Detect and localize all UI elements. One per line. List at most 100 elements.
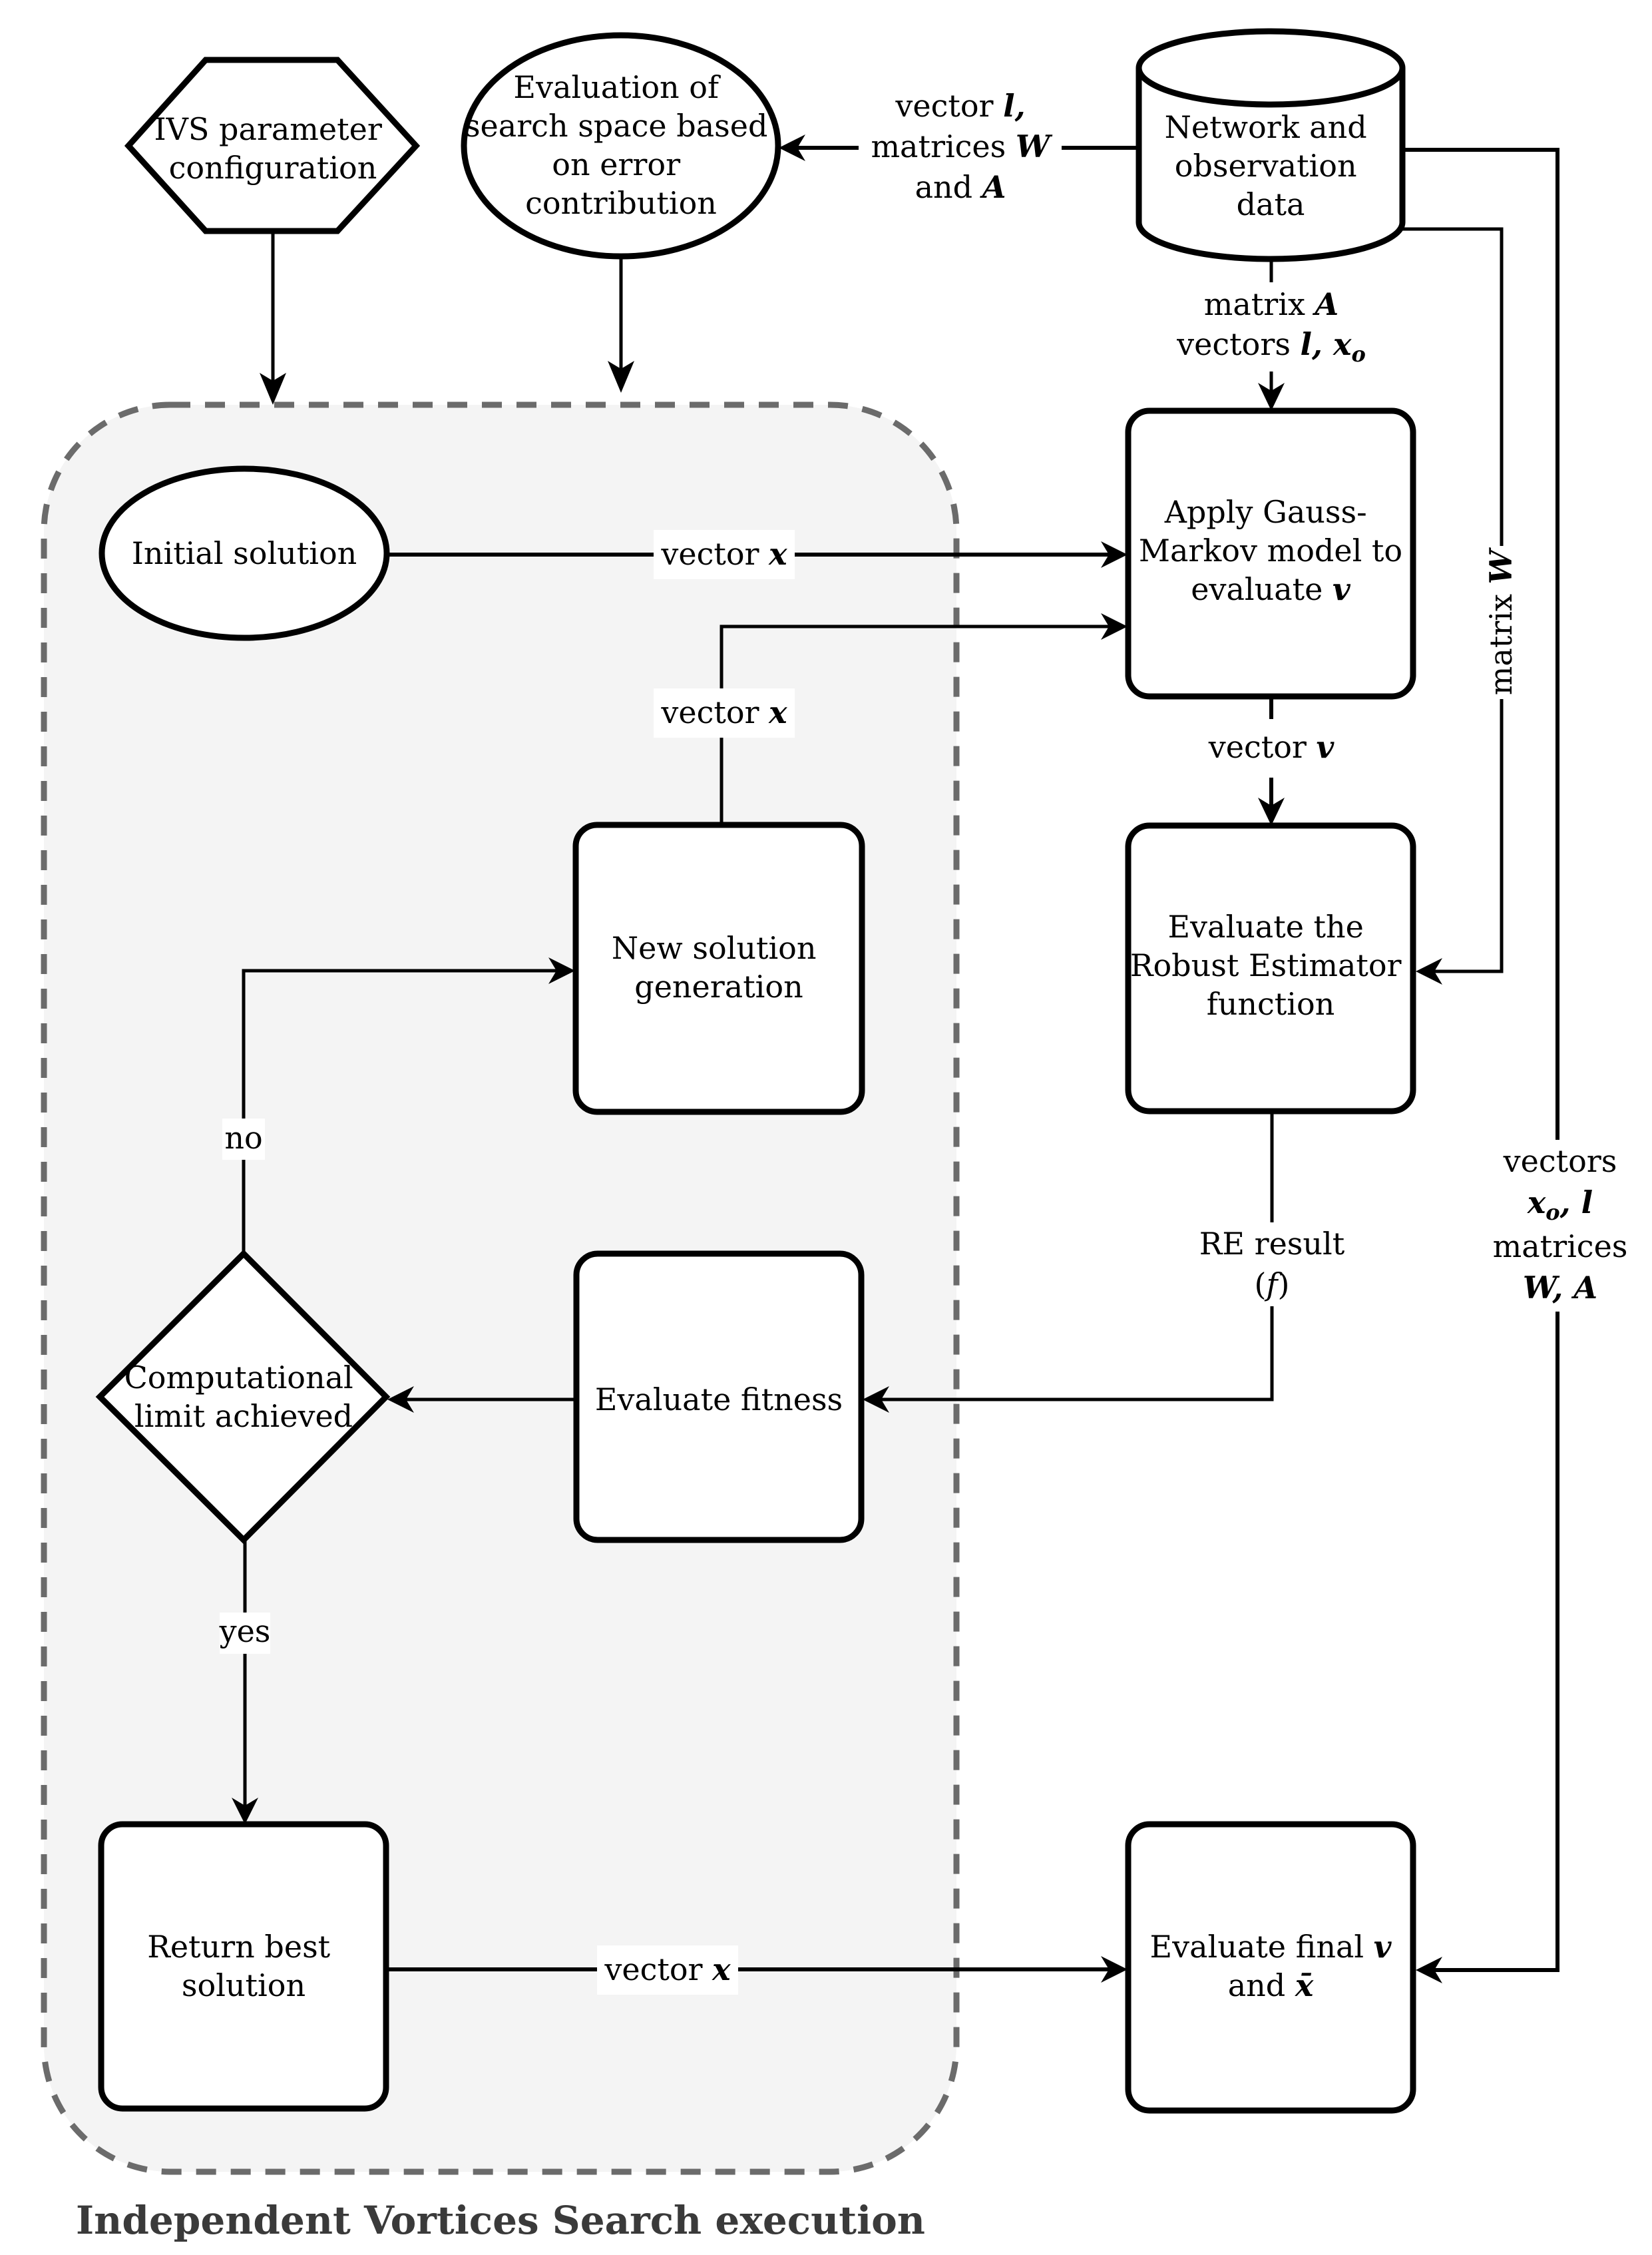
math-symbol: l, [1003,88,1026,124]
node-gauss-markov[interactable]: Apply Gauss- Markov model to evaluate v [1125,407,1416,700]
svg-text:vector v: vector v [1208,729,1335,765]
label-text: RE result [1199,1226,1345,1262]
node-label-line: limit achieved [134,1398,353,1434]
label-text: matrices [871,128,1006,164]
math-symbol: x [1527,1184,1546,1220]
math-subscript: o [1546,1200,1559,1225]
edge-label-network-to-robust-estimator: matrix W [1483,547,1519,695]
edge-label-new-solution-to-gauss-markov: vector x [654,688,795,738]
edge-label-network-to-search: vector l, matrices W and A [871,88,1052,205]
node-label: Initial solution [132,535,357,571]
svg-text:vector l,: vector l, [895,88,1025,124]
math-symbol: x [768,536,787,572]
node-label-line: Network and [1165,109,1367,145]
node-label-line: Computational [124,1360,353,1395]
math-symbol: W [1483,547,1519,584]
svg-text:xo, l: xo, l [1527,1184,1593,1225]
label-text: no [224,1120,262,1156]
node-new-solution-generation[interactable]: New solution generation [572,822,865,1115]
label-text: vector [660,536,759,572]
edge-label-return-to-final: vector x [597,1945,738,1995]
label-text: matrix [1483,594,1519,695]
edge-label-no: no [222,1119,265,1160]
math-symbol: l, x [1301,326,1352,362]
container-title: Independent Vortices Search execution [76,2198,925,2243]
edge-label-initial-to-gauss-markov: vector x [654,530,795,579]
svg-text:and A: and A [915,169,1006,205]
svg-text:matrix A: matrix A [1204,286,1339,322]
label-text: vector [895,88,993,124]
node-label-line: Markov model to [1139,533,1402,569]
svg-text:(f): (f) [1255,1266,1290,1302]
edge-label-network-to-final: vectors xo, l matrices W, A [1493,1143,1628,1306]
svg-text:matrix W: matrix W [1483,547,1519,695]
node-label-line: Apply Gauss- [1164,494,1367,530]
node-label-line: New solution [612,930,817,966]
node-label-line: search space based [465,108,768,144]
edge-label-robust-estimator-to-fitness: RE result (f) [1199,1226,1345,1302]
svg-text:evaluate v: evaluate v [1191,571,1351,607]
node-label-line: Evaluate final [1150,1929,1364,1965]
edge-label-network-to-gauss-markov: matrix A vectors l, xo [1176,286,1366,367]
node-label-line: Evaluate the [1167,909,1363,945]
label-text: and [915,169,973,205]
node-label-line: Evaluation of [513,69,721,105]
node-return-best-solution[interactable]: Return best solution [98,1821,389,2112]
math-symbol: v [1374,1929,1392,1965]
node-network-observation-data[interactable]: Network and observation data [1136,28,1406,262]
math-symbol: v [1333,571,1351,607]
node-label-line: configuration [169,150,377,186]
node-evaluate-fitness[interactable]: Evaluate fitness [573,1250,865,1543]
node-label-line: evaluate [1191,571,1323,607]
svg-text:vector x: vector x [660,694,787,730]
math-symbol: A [980,169,1006,205]
math-symbol: x̄ [1295,1967,1314,2003]
math-symbol: x [712,1951,731,1987]
node-label-line: contribution [525,185,717,221]
edge-label-yes: yes [219,1613,271,1654]
node-ivs-parameter-configuration[interactable]: IVS parameter configuration [124,57,421,234]
math-symbol: x [768,694,787,730]
math-symbol: , l [1559,1184,1593,1220]
node-initial-solution[interactable]: Initial solution [99,465,390,641]
flowchart: IVS parameter configuration Evaluation o… [41,28,1628,2243]
node-label-line: function [1207,986,1335,1022]
node-label-line: on error [552,146,680,182]
label-text: vector [604,1951,702,1987]
math-subscript: o [1351,342,1365,367]
label-text: yes [219,1613,271,1649]
paren-close: ) [1278,1266,1290,1302]
edge-search-space-to-container [608,256,634,393]
math-symbol: A [1313,286,1339,322]
math-symbol: W [1016,128,1053,164]
math-symbol: W, A [1523,1270,1597,1306]
svg-text:and x̄: and x̄ [1228,1967,1314,2003]
node-label-line: generation [634,969,803,1005]
node-label: Evaluate fitness [595,1381,843,1417]
node-label-line: IVS parameter [154,111,382,147]
node-label-line: observation [1175,148,1357,184]
label-text: vectors [1176,326,1291,362]
node-label-line: Robust Estimator [1130,947,1402,983]
node-evaluate-final[interactable]: Evaluate final v and x̄ [1125,1821,1416,2114]
node-robust-estimator[interactable]: Evaluate the Robust Estimator function [1125,822,1416,1115]
node-label-line: data [1237,186,1305,222]
node-search-space-evaluation[interactable]: Evaluation of search space based on erro… [461,32,781,260]
label-text: matrix [1204,286,1305,322]
edge-network-to-final [1402,148,1559,1983]
edge-label-gauss-markov-to-robust-estimator: vector v [1208,729,1335,765]
node-label-line: Return best [147,1929,330,1965]
svg-text:Evaluate final v: Evaluate final v [1150,1929,1392,1965]
svg-text:vector x: vector x [604,1951,731,1987]
label-text: vector [660,694,759,730]
label-text: vectors [1503,1143,1617,1179]
svg-text:vector x: vector x [660,536,787,572]
svg-text:vectors l, xo: vectors l, xo [1176,326,1366,367]
label-text: matrices [1493,1228,1628,1264]
math-symbol: v [1317,729,1335,765]
edge-ivs-config-to-container [260,231,286,405]
node-label-line: and [1228,1967,1286,2003]
svg-text:matrices W: matrices W [871,128,1052,164]
label-text: vector [1208,729,1307,765]
paren-open: ( [1255,1266,1267,1302]
